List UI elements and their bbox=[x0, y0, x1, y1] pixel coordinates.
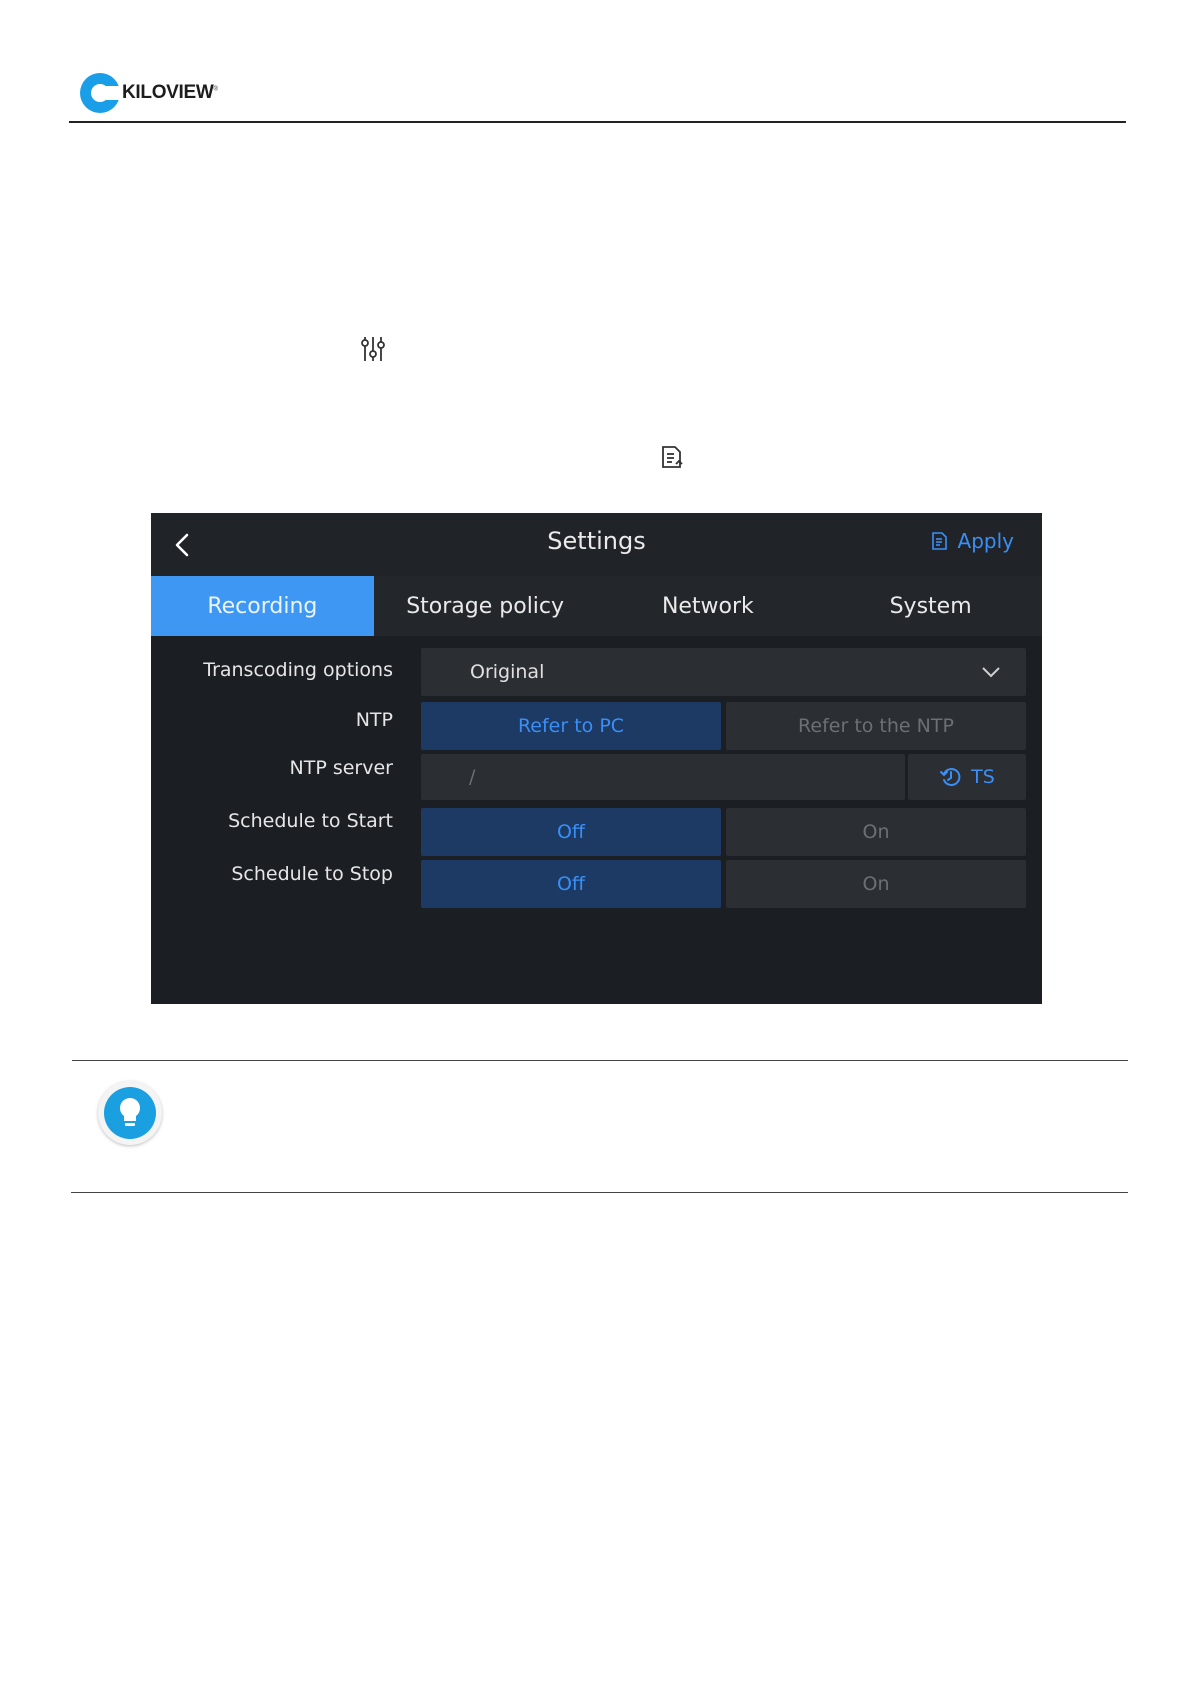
tab-bar: Recording Storage policy Network System bbox=[151, 576, 1042, 636]
schedule-start-on-button[interactable]: On bbox=[726, 808, 1026, 856]
tip-bottom-divider bbox=[71, 1192, 1128, 1193]
lightbulb-glyph bbox=[120, 1098, 140, 1126]
header-divider bbox=[69, 121, 1126, 123]
transcoding-value: Original bbox=[470, 661, 545, 683]
tip-top-divider bbox=[72, 1060, 1128, 1061]
tab-system[interactable]: System bbox=[819, 576, 1042, 636]
brand-name: KILOVIEW® bbox=[122, 82, 218, 103]
top-bar: Settings Apply bbox=[151, 513, 1042, 576]
apply-icon bbox=[931, 532, 947, 550]
schedule-stop-label: Schedule to Stop bbox=[231, 863, 393, 885]
refer-to-ntp-button[interactable]: Refer to the NTP bbox=[726, 702, 1026, 750]
ntp-server-input[interactable]: / bbox=[421, 754, 905, 800]
tab-network[interactable]: Network bbox=[597, 576, 820, 636]
apply-doc-icon bbox=[662, 446, 683, 468]
chevron-down-icon bbox=[982, 667, 1000, 678]
apply-button[interactable]: Apply bbox=[930, 529, 1014, 553]
transcoding-label: Transcoding options bbox=[203, 659, 393, 681]
sync-icon bbox=[940, 768, 961, 786]
lightbulb-icon bbox=[98, 1081, 162, 1145]
schedule-stop-off-button[interactable]: Off bbox=[421, 860, 721, 908]
schedule-start-off-button[interactable]: Off bbox=[421, 808, 721, 856]
ntp-server-label: NTP server bbox=[289, 757, 393, 779]
ts-button[interactable]: TS bbox=[908, 754, 1026, 800]
tab-recording[interactable]: Recording bbox=[151, 576, 374, 636]
ntp-label: NTP bbox=[355, 709, 393, 731]
page-title: Settings bbox=[547, 527, 646, 555]
apply-label: Apply bbox=[957, 529, 1014, 553]
tab-storage-policy[interactable]: Storage policy bbox=[374, 576, 597, 636]
logo-mark bbox=[80, 73, 122, 113]
refer-to-pc-button[interactable]: Refer to PC bbox=[421, 702, 721, 750]
schedule-start-label: Schedule to Start bbox=[228, 810, 393, 832]
transcoding-select[interactable]: Original bbox=[421, 648, 1026, 696]
kiloview-logo: KILOVIEW® bbox=[80, 70, 218, 116]
sliders-icon bbox=[361, 337, 385, 361]
ts-label: TS bbox=[971, 766, 995, 788]
settings-screenshot: Settings Apply Recording Storage policy … bbox=[151, 513, 1042, 1004]
schedule-stop-on-button[interactable]: On bbox=[726, 860, 1026, 908]
